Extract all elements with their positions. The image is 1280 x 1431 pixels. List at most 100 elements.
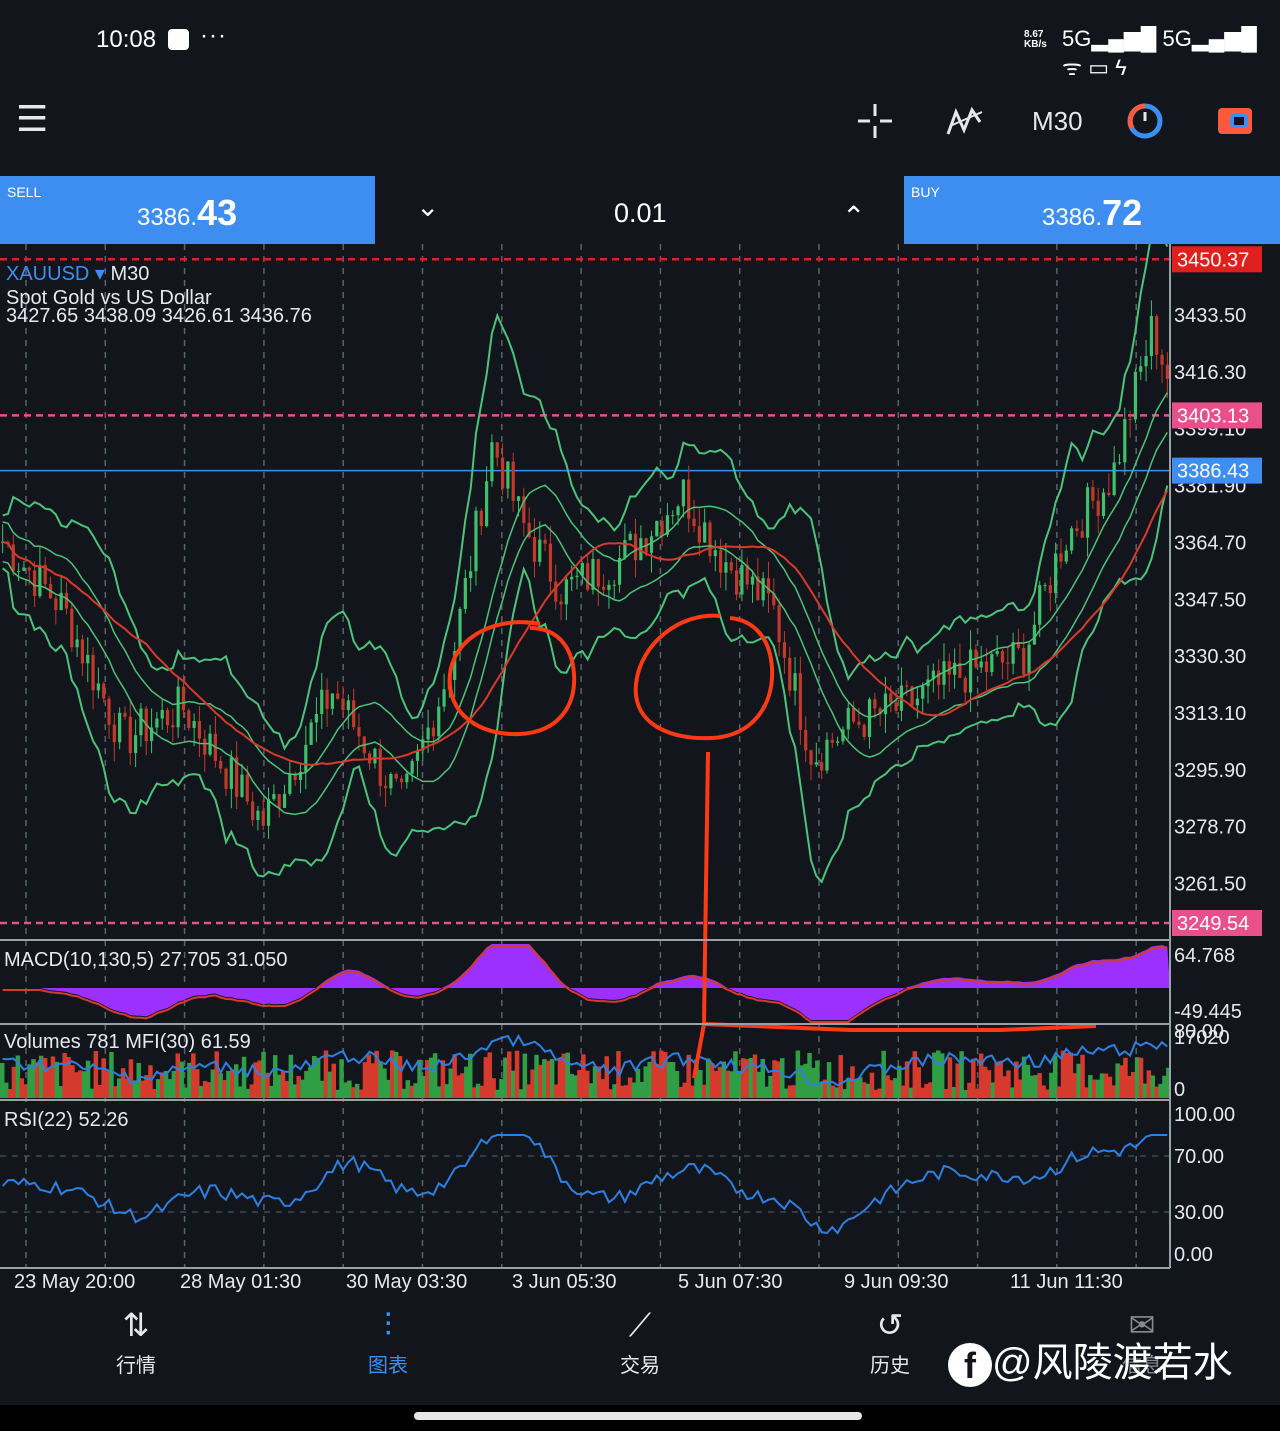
trade-icon[interactable]: [1216, 104, 1254, 138]
candle-body: [740, 565, 744, 595]
candle-body: [474, 510, 478, 572]
candle-body: [761, 578, 765, 601]
candle-body: [1091, 487, 1095, 501]
candle-body: [373, 748, 377, 764]
buy-price: 3386.72: [1042, 192, 1142, 234]
candle-body: [660, 520, 664, 535]
volume-bar: [705, 1058, 711, 1098]
volume-bar: [1150, 1075, 1155, 1098]
nav-charts[interactable]: ⫶ 图表: [328, 1305, 448, 1378]
volume-bar: [339, 1059, 344, 1098]
candle-body: [990, 653, 994, 673]
candle-body: [70, 608, 74, 648]
candle-body: [968, 649, 973, 693]
volume-bar: [682, 1082, 687, 1098]
lot-decrease-icon[interactable]: ⌄: [416, 190, 439, 223]
volume-bar: [331, 1063, 336, 1098]
volume-bar: [608, 1089, 613, 1098]
symbol-name[interactable]: XAUUSD: [6, 263, 89, 285]
candle-body: [463, 578, 467, 609]
candle-body: [782, 642, 787, 658]
volume-bar: [152, 1088, 157, 1098]
volume-bar: [889, 1080, 894, 1098]
candle-body: [383, 785, 388, 789]
timeframe-button[interactable]: M30: [1032, 106, 1083, 137]
nav-quotes[interactable]: ⇅ 行情: [76, 1305, 196, 1378]
clock-icon[interactable]: [1126, 102, 1164, 140]
rsi-label: RSI(22) 52.26: [4, 1109, 129, 1131]
volume-bar: [631, 1082, 637, 1098]
volume-bar: [772, 1060, 777, 1098]
volume-bar: [85, 1060, 91, 1098]
volume-bar: [674, 1071, 680, 1098]
symbol-dropdown-icon[interactable]: ▾: [89, 263, 110, 285]
candle-body: [804, 729, 808, 751]
candle-body: [1155, 316, 1159, 355]
volume-bar: [873, 1089, 879, 1098]
volume-bar: [257, 1060, 262, 1098]
candle-body: [405, 773, 409, 783]
volume-bar: [526, 1084, 531, 1098]
volume-bar: [955, 1063, 960, 1098]
crosshair-icon[interactable]: [858, 104, 892, 138]
candle-body: [1075, 528, 1079, 532]
candle-body: [128, 716, 132, 754]
lot-value[interactable]: 0.01: [614, 198, 667, 229]
candle-body: [846, 708, 850, 730]
buy-button[interactable]: BUY 3386.72: [904, 176, 1280, 244]
price-tick-label: 3364.70: [1174, 532, 1246, 554]
level-tag-label: 3386.43: [1177, 461, 1249, 483]
candle-body: [277, 794, 281, 808]
volume-bar: [109, 1051, 114, 1098]
volume-bar: [429, 1057, 434, 1098]
level-tag-label: 3249.54: [1177, 913, 1249, 935]
nav-trade[interactable]: ⟋ 交易: [580, 1305, 700, 1378]
lot-increase-icon[interactable]: ⌃: [842, 200, 865, 233]
candle-body: [1038, 585, 1042, 625]
nav-history[interactable]: ↺ 历史: [830, 1305, 950, 1378]
volume-bar: [916, 1067, 921, 1098]
volume-bar: [210, 1069, 216, 1098]
volume-bar: [1049, 1072, 1054, 1098]
volume-bar: [335, 1089, 340, 1098]
volume-bar: [780, 1058, 785, 1098]
candle-body: [224, 768, 228, 789]
indicators-icon[interactable]: [946, 104, 984, 138]
volume-bar: [327, 1071, 333, 1098]
buy-price-big: 72: [1102, 192, 1143, 233]
candle-body: [1032, 624, 1036, 645]
home-indicator[interactable]: [414, 1412, 862, 1420]
volume-bar: [893, 1078, 898, 1098]
volume-bar: [569, 1073, 574, 1098]
symbol-header[interactable]: XAUUSD ▾ M30: [6, 263, 149, 285]
volume-bar: [897, 1065, 902, 1098]
volume-bar: [284, 1080, 290, 1098]
volume-bar: [1072, 1073, 1077, 1098]
candle-body: [155, 718, 159, 728]
volume-bar: [585, 1070, 590, 1098]
candle-body: [532, 537, 537, 562]
candle-body: [500, 457, 505, 489]
candle-body: [586, 563, 590, 590]
volume-bar: [713, 1070, 719, 1098]
candle-body: [22, 567, 26, 571]
volume-bar: [698, 1070, 703, 1098]
candle-body: [788, 657, 792, 691]
volume-bar: [421, 1075, 426, 1098]
menu-icon[interactable]: ☰: [16, 98, 48, 140]
volume-bar: [382, 1068, 387, 1098]
crosshair-glyph: [858, 104, 892, 138]
volume-bar: [764, 1086, 769, 1098]
candle-body: [570, 576, 574, 580]
volume-bar: [702, 1084, 707, 1098]
sell-price-prefix: 3386.: [137, 204, 198, 231]
volume-bar: [518, 1089, 524, 1098]
candle-body: [1085, 487, 1090, 538]
sell-button[interactable]: SELL 3386.43: [0, 176, 375, 244]
candle-body: [86, 654, 90, 664]
volume-bar: [655, 1064, 660, 1098]
candle-body: [38, 564, 42, 597]
candle-body: [836, 741, 840, 743]
price-chart[interactable]: 100.0070.0030.000.00 XAUUSD ▾ M30 Spot G…: [0, 244, 1280, 1300]
trade-nav-icon: ⟋: [628, 1307, 652, 1343]
